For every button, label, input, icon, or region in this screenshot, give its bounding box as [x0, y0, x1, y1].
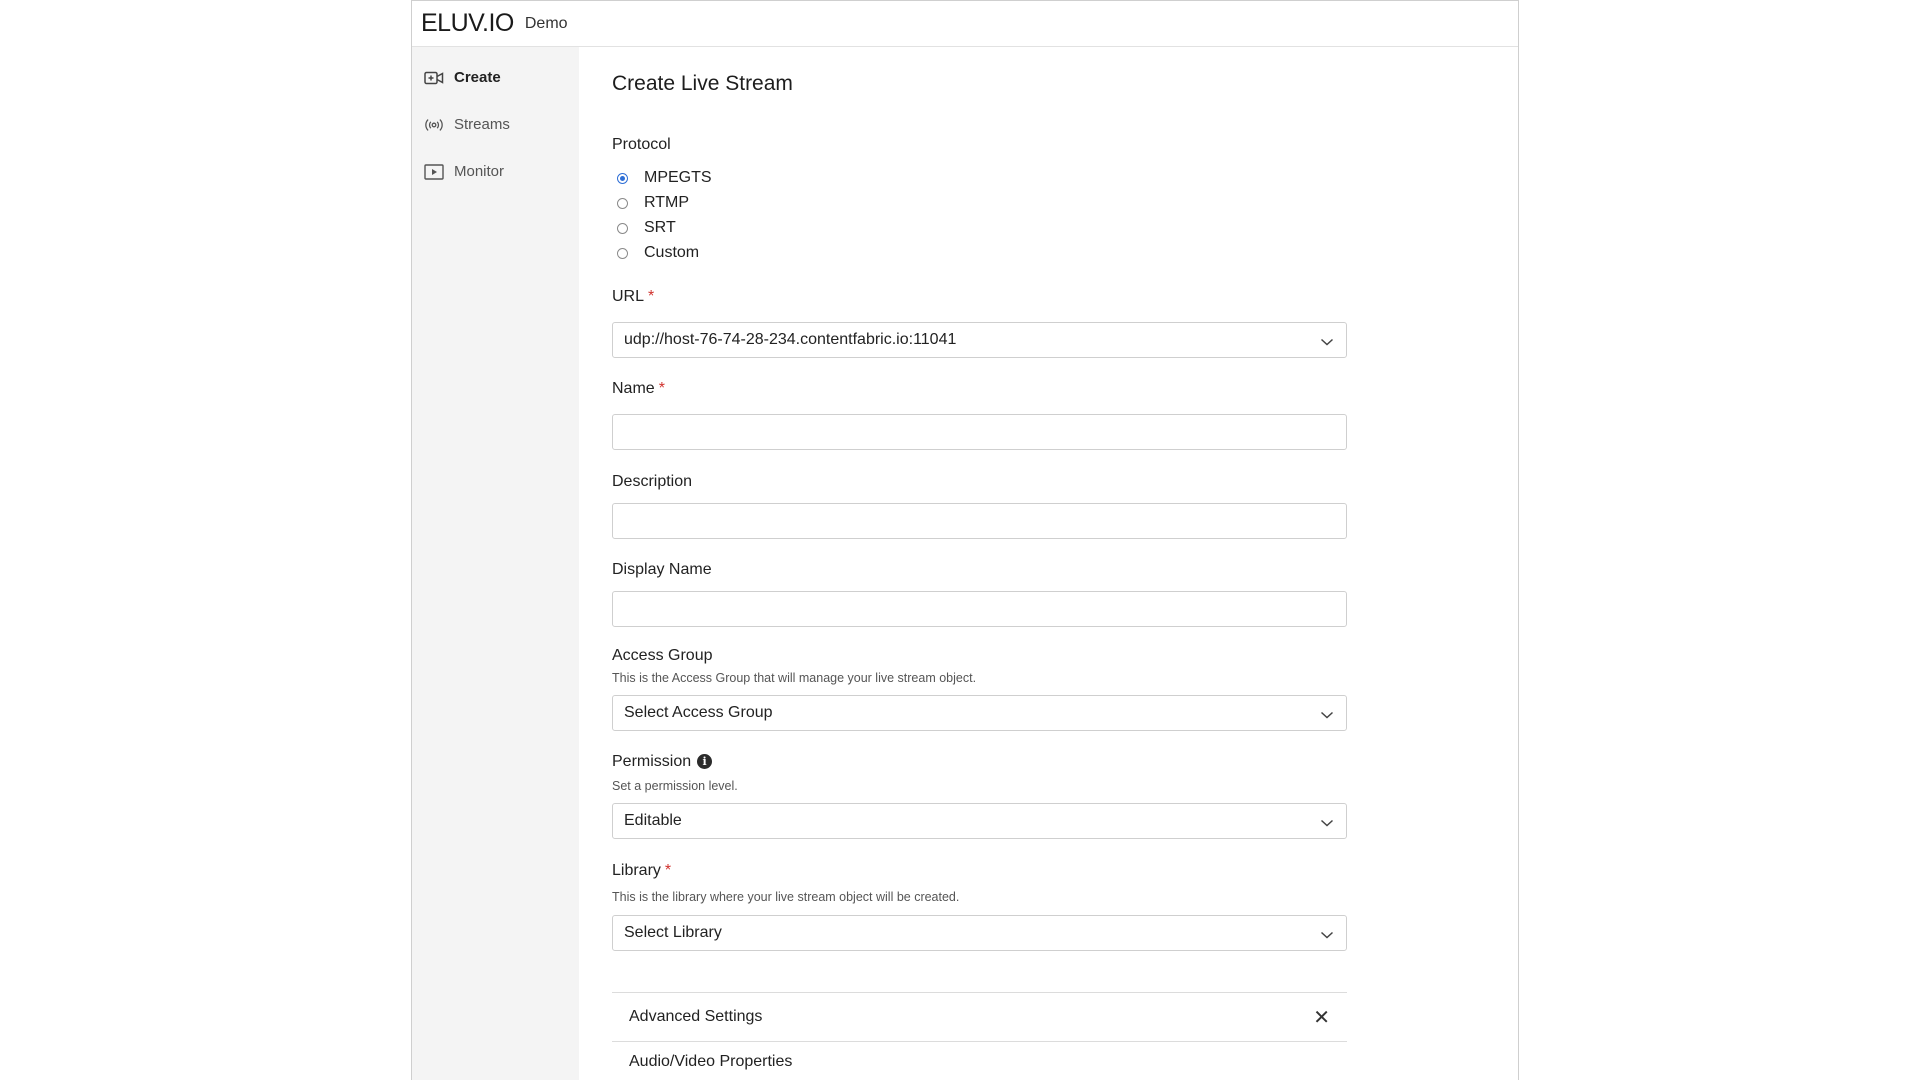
description-label: Description — [612, 473, 693, 490]
required-mark: * — [648, 288, 655, 305]
radio-label: Custom — [644, 244, 700, 261]
permission-label: Permission i — [612, 753, 713, 771]
top-bar: ELUV.IO Demo — [412, 1, 1518, 47]
chevron-down-icon — [1320, 927, 1334, 945]
protocol-label: Protocol — [612, 136, 671, 153]
protocol-option-rtmp[interactable]: RTMP — [617, 194, 689, 212]
permission-value: Editable — [624, 812, 682, 829]
url-value: udp://host-76-74-28-234.contentfabric.io… — [624, 331, 957, 348]
permission-help: Set a permission level. — [612, 779, 738, 793]
radio-label: SRT — [644, 219, 676, 236]
app-window: ELUV.IO Demo Create Streams Monitor Crea… — [411, 0, 1519, 1080]
library-label: Library * — [612, 862, 672, 879]
chevron-down-icon — [1320, 707, 1334, 725]
chevron-down-icon — [1320, 815, 1334, 833]
library-select[interactable]: Select Library — [612, 915, 1347, 951]
chevron-down-icon — [1320, 334, 1334, 352]
radio-button[interactable] — [617, 172, 628, 184]
library-help: This is the library where your live stre… — [612, 890, 960, 904]
sidebar-item-label: Monitor — [454, 163, 505, 180]
name-label: Name * — [612, 380, 665, 397]
protocol-option-mpegts[interactable]: MPEGTS — [617, 169, 712, 187]
access-group-help: This is the Access Group that will manag… — [612, 671, 977, 685]
sidebar-item-create[interactable]: Create — [424, 69, 501, 86]
advanced-settings-title: Advanced Settings — [629, 1008, 763, 1025]
description-input[interactable] — [612, 503, 1347, 539]
broadcast-icon — [424, 117, 444, 133]
page-title: Create Live Stream — [612, 72, 793, 95]
logo[interactable]: ELUV.IO — [421, 9, 514, 38]
name-input[interactable] — [612, 414, 1347, 450]
required-mark: * — [658, 380, 665, 397]
display-name-label: Display Name — [612, 561, 712, 578]
radio-label: MPEGTS — [644, 169, 712, 186]
advanced-settings-panel[interactable]: Advanced Settings ✕ — [612, 992, 1347, 1042]
play-box-icon — [424, 163, 444, 180]
library-value: Select Library — [624, 924, 722, 941]
sidebar-item-streams[interactable]: Streams — [424, 116, 510, 133]
protocol-option-custom[interactable]: Custom — [617, 244, 699, 262]
environment-label: Demo — [524, 14, 568, 32]
permission-select[interactable]: Editable — [612, 803, 1347, 839]
required-mark: * — [664, 862, 672, 879]
sidebar-item-label: Streams — [454, 116, 510, 133]
protocol-option-srt[interactable]: SRT — [617, 219, 676, 237]
create-form: Create Live Stream Protocol MPEGTS RTMP … — [612, 47, 1518, 1080]
close-icon[interactable]: ✕ — [1313, 1005, 1330, 1030]
sidebar: Create Streams Monitor — [412, 47, 579, 1080]
info-icon[interactable]: i — [697, 754, 713, 769]
access-group-label: Access Group — [612, 647, 713, 664]
av-properties-title: Audio/Video Properties — [629, 1053, 793, 1070]
access-group-value: Select Access Group — [624, 704, 773, 721]
sidebar-item-monitor[interactable]: Monitor — [424, 163, 504, 180]
video-plus-icon — [424, 70, 444, 86]
radio-label: RTMP — [644, 194, 690, 211]
url-select[interactable]: udp://host-76-74-28-234.contentfabric.io… — [612, 322, 1347, 358]
url-label: URL * — [612, 288, 655, 305]
sidebar-item-label: Create — [454, 69, 501, 86]
radio-button[interactable] — [617, 222, 628, 234]
radio-button[interactable] — [617, 197, 628, 209]
radio-button[interactable] — [617, 247, 628, 259]
access-group-select[interactable]: Select Access Group — [612, 695, 1347, 731]
display-name-input[interactable] — [612, 591, 1347, 627]
